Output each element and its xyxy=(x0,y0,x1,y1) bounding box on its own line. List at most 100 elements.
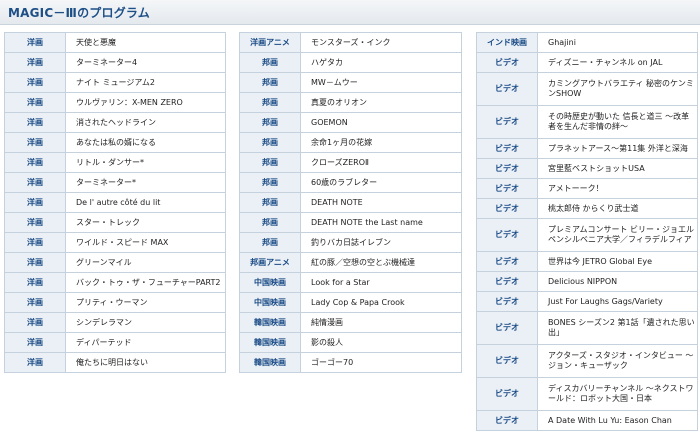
category-cell: 洋画 xyxy=(4,112,66,133)
program-row: 洋画 あなたは私の婿になる xyxy=(4,132,226,153)
program-row: 邦画アニメ 紅の豚／空想の空とぶ機械達 xyxy=(239,252,462,273)
program-row: 洋画 リトル・ダンサー* xyxy=(4,152,226,173)
program-row: ビデオ ディズニー・チャンネル on JAL xyxy=(476,52,698,73)
title-cell: ディスカバリーチャンネル ～ネクストワールド：ロボット大国・日本 xyxy=(537,377,698,411)
title-cell: 消されたヘッドライン xyxy=(65,112,226,133)
category-cell: 邦画 xyxy=(239,112,301,133)
category-cell: 洋画 xyxy=(4,192,66,213)
title-cell: その時歴史が動いた 信長と道三 ～改革者を生んだ非情の絆～ xyxy=(537,105,698,139)
program-row: ビデオ その時歴史が動いた 信長と道三 ～改革者を生んだ非情の絆～ xyxy=(476,105,698,139)
program-row: 洋画 ディパーテッド xyxy=(4,332,226,353)
category-cell: ビデオ xyxy=(476,218,538,252)
title-cell: Delicious NIPPON xyxy=(537,271,698,292)
category-cell: 邦画 xyxy=(239,92,301,113)
program-row: 洋画 シンデレラマン xyxy=(4,312,226,333)
category-cell: 洋画 xyxy=(4,172,66,193)
program-row: ビデオ BONES シーズン2 第1話「遺された思い出」 xyxy=(476,311,698,345)
program-table-2: 洋画アニメ モンスターズ・インク 邦画 ハゲタカ 邦画 MW－ムウー 邦画 真夏のオリオン 邦画… xyxy=(239,32,462,373)
title-cell: グリーンマイル xyxy=(65,252,226,273)
category-cell: ビデオ xyxy=(476,72,538,106)
program-row: 中国映画 Look for a Star xyxy=(239,272,462,293)
title-cell: ターミネーター4 xyxy=(65,52,226,73)
title-cell: ハゲタカ xyxy=(300,52,462,73)
program-row: 洋画 バック・トゥ・ザ・フューチャーPART2 xyxy=(4,272,226,293)
program-row: 洋画 消されたヘッドライン xyxy=(4,112,226,133)
program-row: 邦画 DEATH NOTE xyxy=(239,192,462,213)
program-row: ビデオ Delicious NIPPON xyxy=(476,271,698,292)
title-cell: カミングアウトバラエティ 秘密のケンミンSHOW xyxy=(537,72,698,106)
title-cell: 釣りバカ日誌イレブン xyxy=(300,232,462,253)
program-row: 邦画 GOEMON xyxy=(239,112,462,133)
program-row: 洋画 プリティ・ウーマン xyxy=(4,292,226,313)
title-cell: ゴーゴー70 xyxy=(300,352,462,373)
category-cell: 邦画 xyxy=(239,132,301,153)
title-cell: ウルヴァリン：X-MEN ZERO xyxy=(65,92,226,113)
program-row: ビデオ カミングアウトバラエティ 秘密のケンミンSHOW xyxy=(476,72,698,106)
category-cell: ビデオ xyxy=(476,158,538,179)
category-cell: ビデオ xyxy=(476,377,538,411)
category-cell: ビデオ xyxy=(476,271,538,292)
title-cell: ターミネーター* xyxy=(65,172,226,193)
category-cell: 邦画 xyxy=(239,52,301,73)
title-cell: MW－ムウー xyxy=(300,72,462,93)
category-cell: 洋画 xyxy=(4,72,66,93)
title-cell: モンスターズ・インク xyxy=(300,32,462,53)
program-row: 邦画 ハゲタカ xyxy=(239,52,462,73)
title-cell: Look for a Star xyxy=(300,272,462,293)
program-row: 洋画 De l' autre côté du lit xyxy=(4,192,226,213)
title-cell: プラネットアース～第11集 外洋と深海 xyxy=(537,138,698,159)
category-cell: 邦画 xyxy=(239,152,301,173)
title-cell: プリティ・ウーマン xyxy=(65,292,226,313)
title-cell: 純情漫画 xyxy=(300,312,462,333)
program-table-3: インド映画 Ghajini ビデオ ディズニー・チャンネル on JAL ビデオ カミング… xyxy=(476,32,698,431)
title-cell: GOEMON xyxy=(300,112,462,133)
title-cell: ワイルド・スピード MAX xyxy=(65,232,226,253)
category-cell: 洋画 xyxy=(4,332,66,353)
category-cell: 洋画 xyxy=(4,232,66,253)
program-row: 邦画 釣りバカ日誌イレブン xyxy=(239,232,462,253)
program-row: 邦画 クローズZEROⅡ xyxy=(239,152,462,173)
program-row: 邦画 60歳のラブレター xyxy=(239,172,462,193)
title-cell: 宮里藍ベストショットUSA xyxy=(537,158,698,179)
title-cell: BONES シーズン2 第1話「遺された思い出」 xyxy=(537,311,698,345)
title-cell: アメトーーク！ xyxy=(537,178,698,199)
program-table-1: 洋画 天使と悪魔 洋画 ターミネーター4 洋画 ナイト ミュージアム2 洋画 ウルヴァリン：X… xyxy=(4,32,226,373)
title-cell: Just For Laughs Gags/Variety xyxy=(537,291,698,312)
program-row: 洋画 天使と悪魔 xyxy=(4,32,226,53)
category-cell: 洋画 xyxy=(4,312,66,333)
program-row: 洋画 ターミネーター* xyxy=(4,172,226,193)
title-cell: 天使と悪魔 xyxy=(65,32,226,53)
title-cell: アクターズ・スタジオ・インタビュー ～ジョン・キューザック xyxy=(537,344,698,378)
category-cell: ビデオ xyxy=(476,311,538,345)
title-cell: ディパーテッド xyxy=(65,332,226,353)
program-row: 邦画 真夏のオリオン xyxy=(239,92,462,113)
program-row: ビデオ Just For Laughs Gags/Variety xyxy=(476,291,698,312)
program-row: 洋画 ワイルド・スピード MAX xyxy=(4,232,226,253)
title-cell: 世界は今 JETRO Global Eye xyxy=(537,251,698,272)
title-cell: 桃太郎侍 からくり武士道 xyxy=(537,198,698,219)
category-cell: 邦画 xyxy=(239,192,301,213)
category-cell: ビデオ xyxy=(476,344,538,378)
category-cell: 韓国映画 xyxy=(239,332,301,353)
title-cell: 影の殺人 xyxy=(300,332,462,353)
title-cell: あなたは私の婿になる xyxy=(65,132,226,153)
program-row: 洋画 ナイト ミュージアム2 xyxy=(4,72,226,93)
title-cell: ディズニー・チャンネル on JAL xyxy=(537,52,698,73)
program-row: ビデオ アクターズ・スタジオ・インタビュー ～ジョン・キューザック xyxy=(476,344,698,378)
program-row: 洋画 俺たちに明日はない xyxy=(4,352,226,373)
program-row: ビデオ 桃太郎侍 からくり武士道 xyxy=(476,198,698,219)
category-cell: 中国映画 xyxy=(239,292,301,313)
program-row: 邦画 DEATH NOTE the Last name xyxy=(239,212,462,233)
program-row: 中国映画 Lady Cop & Papa Crook xyxy=(239,292,462,313)
category-cell: 洋画 xyxy=(4,52,66,73)
title-cell: ナイト ミュージアム2 xyxy=(65,72,226,93)
category-cell: 邦画 xyxy=(239,72,301,93)
category-cell: 韓国映画 xyxy=(239,312,301,333)
category-cell: ビデオ xyxy=(476,52,538,73)
program-row: 韓国映画 ゴーゴー70 xyxy=(239,352,462,373)
category-cell: 洋画 xyxy=(4,272,66,293)
title-cell: 俺たちに明日はない xyxy=(65,352,226,373)
title-cell: Lady Cop & Papa Crook xyxy=(300,292,462,313)
category-cell: ビデオ xyxy=(476,291,538,312)
title-cell: バック・トゥ・ザ・フューチャーPART2 xyxy=(65,272,226,293)
